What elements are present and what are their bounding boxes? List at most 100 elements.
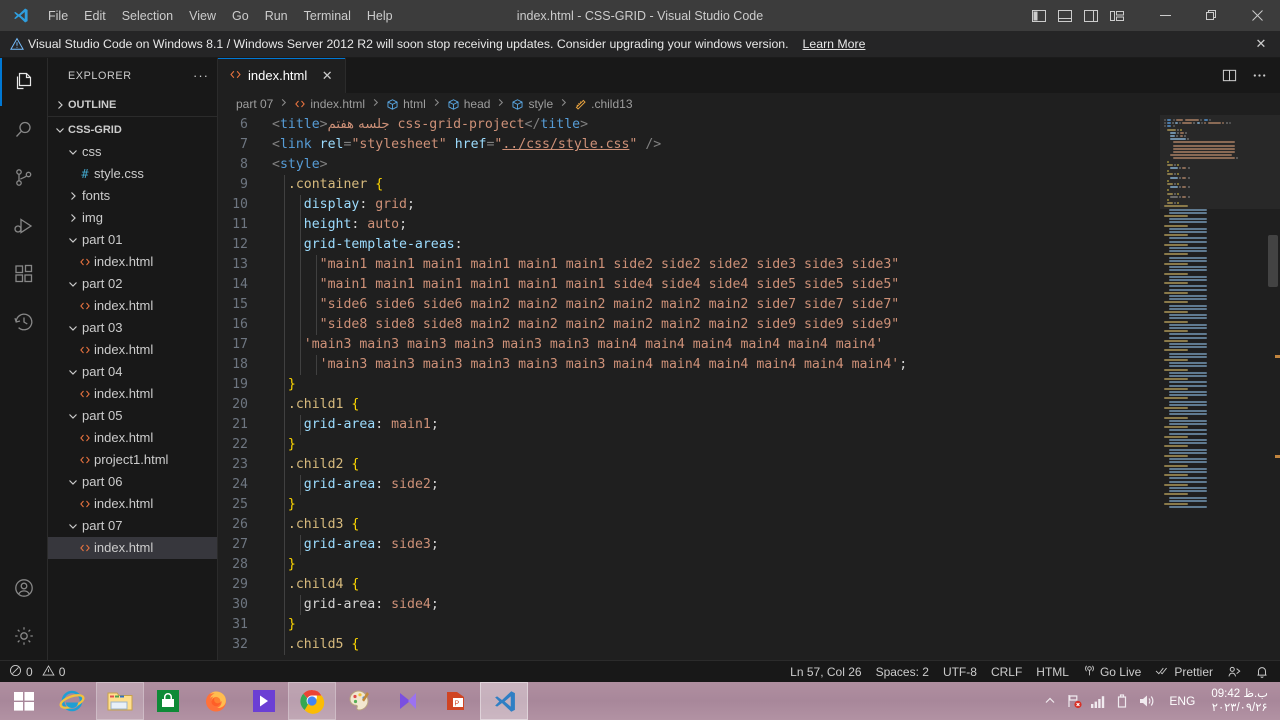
code-line[interactable]: 7 <link rel="stylesheet" href="../css/sty… [218,135,1160,155]
tab-close-icon[interactable]: ✕ [319,68,335,84]
code-line[interactable]: 19 } [218,375,1160,395]
code-line[interactable]: 14 "main1 main1 main1 main1 main1 main1 … [218,275,1160,295]
tree-file[interactable]: index.html [48,383,217,405]
taskbar-paint[interactable] [336,682,384,720]
breadcrumb-item[interactable]: style [509,97,555,111]
breadcrumb-item[interactable]: html [384,97,428,111]
breadcrumb-item[interactable]: index.html [292,97,367,111]
workspace-root-header[interactable]: CSS-GRID [48,119,217,141]
activity-source-control[interactable] [0,154,48,202]
code-line[interactable]: 16 "side8 side8 side8 main2 main2 main2 … [218,315,1160,335]
taskbar-visual-studio-code[interactable] [480,682,528,720]
tree-file[interactable]: index.html [48,493,217,515]
tree-folder[interactable]: fonts [48,185,217,207]
activity-manage-settings[interactable] [0,612,48,660]
battery-icon[interactable] [1111,682,1133,720]
status-remote[interactable] [1220,665,1248,679]
code-line[interactable]: 6 <title>جلسه هفتم css-grid-project</titl… [218,115,1160,135]
menu-help[interactable]: Help [359,0,401,31]
banner-close-icon[interactable]: ✕ [1248,33,1274,55]
tab-index-html[interactable]: index.html ✕ [218,58,347,93]
code-editor[interactable]: 6 <title>جلسه هفتم css-grid-project</titl… [218,115,1280,660]
breadcrumb-item[interactable]: .child13 [572,97,634,111]
menu-edit[interactable]: Edit [76,0,114,31]
window-close-button[interactable] [1234,0,1280,31]
code-line[interactable]: 26 .child3 { [218,515,1160,535]
taskbar-microsoft-store[interactable] [144,682,192,720]
status-notifications[interactable] [1248,665,1276,679]
editor-more-actions-icon[interactable] [1246,63,1272,89]
tree-folder[interactable]: part 04 [48,361,217,383]
code-line[interactable]: 25 } [218,495,1160,515]
code-line[interactable]: 22 } [218,435,1160,455]
code-line[interactable]: 9 .container { [218,175,1160,195]
tree-file[interactable]: project1.html [48,449,217,471]
status-eol[interactable]: CRLF [984,665,1029,679]
tree-file[interactable]: index.html [48,251,217,273]
outline-section-header[interactable]: OUTLINE [48,93,217,117]
code-line[interactable]: 32 .child5 { [218,635,1160,655]
network-error-icon[interactable] [1063,682,1085,720]
activity-search[interactable] [0,106,48,154]
customize-layout-icon[interactable] [1104,0,1130,31]
taskbar-media-player[interactable] [240,682,288,720]
status-prettier[interactable]: Prettier [1148,664,1220,680]
window-restore-button[interactable] [1188,0,1234,31]
activity-accounts[interactable] [0,564,48,612]
menu-selection[interactable]: Selection [114,0,181,31]
status-encoding[interactable]: UTF-8 [936,665,984,679]
learn-more-link[interactable]: Learn More [803,37,866,51]
tree-file[interactable]: index.html [48,339,217,361]
code-line[interactable]: 15 "side6 side6 side6 main2 main2 main2 … [218,295,1160,315]
menu-file[interactable]: File [40,0,76,31]
signal-icon[interactable] [1087,682,1109,720]
taskbar-firefox[interactable] [192,682,240,720]
status-problems[interactable]: 0 0 [2,664,72,680]
code-line[interactable]: 28 } [218,555,1160,575]
code-line[interactable]: 27 grid-area: side3; [218,535,1160,555]
split-editor-icon[interactable] [1216,63,1242,89]
tree-folder[interactable]: img [48,207,217,229]
code-line[interactable]: 23 .child2 { [218,455,1160,475]
taskbar-file-explorer[interactable] [96,682,144,720]
tree-folder[interactable]: part 05 [48,405,217,427]
minimap[interactable] [1160,115,1280,660]
tree-folder[interactable]: part 07 [48,515,217,537]
language-indicator[interactable]: ENG [1159,694,1205,708]
code-lines[interactable]: 6 <title>جلسه هفتم css-grid-project</titl… [218,115,1160,660]
volume-icon[interactable] [1135,682,1157,720]
breadcrumb-item[interactable]: part 07 [234,97,275,111]
tree-folder[interactable]: part 03 [48,317,217,339]
toggle-panel-icon[interactable] [1052,0,1078,31]
tree-file[interactable]: # style.css [48,163,217,185]
taskbar-google-chrome[interactable] [288,682,336,720]
menu-terminal[interactable]: Terminal [296,0,359,31]
code-line[interactable]: 24 grid-area: side2; [218,475,1160,495]
tree-folder[interactable]: part 02 [48,273,217,295]
tree-file[interactable]: index.html [48,295,217,317]
code-line[interactable]: 17 'main3 main3 main3 main3 main3 main3 … [218,335,1160,355]
taskbar-powerpoint[interactable]: P [432,682,480,720]
toggle-secondary-sidebar-icon[interactable] [1078,0,1104,31]
activity-timeline[interactable] [0,298,48,346]
breadcrumb-item[interactable]: head [445,97,493,111]
status-go-live[interactable]: Go Live [1076,664,1148,680]
tree-folder[interactable]: part 06 [48,471,217,493]
start-button[interactable] [0,682,48,720]
tree-file[interactable]: index.html [48,427,217,449]
tree-folder[interactable]: part 01 [48,229,217,251]
code-line[interactable]: 10 display: grid; [218,195,1160,215]
status-cursor-position[interactable]: Ln 57, Col 26 [783,665,868,679]
code-line[interactable]: 30 grid-area: side4; [218,595,1160,615]
menu-run[interactable]: Run [257,0,296,31]
code-line[interactable]: 13 "main1 main1 main1 main1 main1 main1 … [218,255,1160,275]
code-line[interactable]: 11 height: auto; [218,215,1160,235]
scrollbar-thumb[interactable] [1268,235,1278,287]
taskbar-internet-explorer[interactable] [48,682,96,720]
tree-file[interactable]: index.html [48,537,217,559]
code-line[interactable]: 8 <style> [218,155,1160,175]
activity-run-and-debug[interactable] [0,202,48,250]
activity-extensions[interactable] [0,250,48,298]
status-indentation[interactable]: Spaces: 2 [869,665,936,679]
window-minimize-button[interactable] [1142,0,1188,31]
